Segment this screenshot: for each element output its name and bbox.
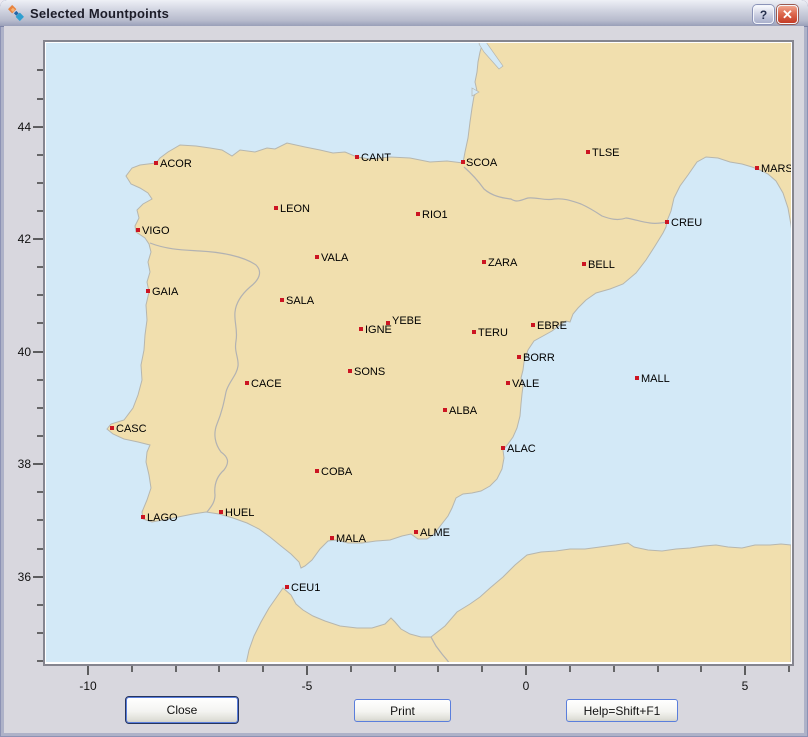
station-label-mall: MALL [641, 373, 670, 385]
station-marker-ceu1 [285, 585, 289, 589]
station-marker-lago [141, 515, 145, 519]
station-marker-casc [110, 426, 114, 430]
station-label-vigo: VIGO [142, 225, 170, 237]
station-label-igne: IGNE [365, 324, 392, 336]
station-label-huel: HUEL [225, 507, 254, 519]
station-marker-acor [154, 161, 158, 165]
station-marker-huel [219, 510, 223, 514]
station-label-vala: VALA [321, 252, 349, 264]
x-tick-label: -5 [302, 679, 313, 693]
station-marker-cant [355, 155, 359, 159]
station-label-leon: LEON [280, 203, 310, 215]
station-marker-bell [582, 262, 586, 266]
print-button[interactable]: Print [354, 699, 451, 722]
station-label-sons: SONS [354, 366, 385, 378]
station-label-cace: CACE [251, 378, 282, 390]
station-marker-alac [501, 446, 505, 450]
station-label-rio1: RIO1 [422, 209, 448, 221]
station-label-creu: CREU [671, 217, 702, 229]
y-tick-label: 44 [18, 120, 32, 134]
station-label-gaia: GAIA [152, 286, 179, 298]
station-marker-coba [315, 469, 319, 473]
y-tick-label: 38 [18, 457, 32, 471]
close-titlebar-button[interactable]: ✕ [777, 5, 798, 24]
station-marker-vala [315, 255, 319, 259]
station-label-coba: COBA [321, 466, 353, 478]
station-marker-mala [330, 536, 334, 540]
station-marker-igne [359, 327, 363, 331]
mountpoint-map: ACOR CANT SCOA TLSE MARS LEON RIO1 CREU VIGO VALA… [4, 26, 804, 733]
station-label-teru: TERU [478, 327, 508, 339]
station-marker-scoa [461, 160, 465, 164]
station-label-alba: ALBA [449, 405, 478, 417]
station-label-ceu1: CEU1 [291, 582, 320, 594]
station-marker-teru [472, 330, 476, 334]
station-marker-zara [482, 260, 486, 264]
station-marker-cace [245, 381, 249, 385]
station-label-lago: LAGO [147, 512, 178, 524]
station-label-zara: ZARA [488, 257, 518, 269]
station-label-mala: MALA [336, 533, 367, 545]
x-tick-label: -10 [79, 679, 97, 693]
close-button[interactable]: Close [126, 697, 238, 723]
station-label-mars: MARS [761, 163, 793, 175]
station-marker-vigo [136, 228, 140, 232]
station-marker-borr [517, 355, 521, 359]
station-label-alac: ALAC [507, 443, 536, 455]
station-label-tlse: TLSE [592, 147, 620, 159]
station-label-scoa: SCOA [466, 157, 498, 169]
map-layers: ACOR CANT SCOA TLSE MARS LEON RIO1 CREU VIGO VALA… [46, 33, 793, 664]
station-marker-sala [280, 298, 284, 302]
station-label-vale: VALE [512, 378, 539, 390]
station-marker-ebre [531, 323, 535, 327]
station-marker-mars [755, 166, 759, 170]
window-title: Selected Mountpoints [30, 6, 169, 21]
station-marker-gaia [146, 289, 150, 293]
station-label-borr: BORR [523, 352, 555, 364]
station-marker-vale [506, 381, 510, 385]
help-titlebar-button[interactable]: ? [753, 5, 774, 24]
station-marker-leon [274, 206, 278, 210]
station-marker-tlse [586, 150, 590, 154]
dialog-window: Selected Mountpoints ? ✕ ACOR CANT SCOA TLS… [0, 0, 808, 737]
station-marker-sons [348, 369, 352, 373]
station-marker-mall [635, 376, 639, 380]
station-marker-alba [443, 408, 447, 412]
x-tick-label: 5 [742, 679, 749, 693]
y-tick-label: 36 [18, 570, 32, 584]
station-label-ebre: EBRE [537, 320, 567, 332]
help-button[interactable]: Help=Shift+F1 [566, 699, 678, 722]
x-tick-label: 0 [523, 679, 530, 693]
station-label-cant: CANT [361, 152, 391, 164]
station-label-bell: BELL [588, 259, 615, 271]
title-bar[interactable]: Selected Mountpoints ? ✕ [0, 0, 808, 27]
y-tick-label: 42 [18, 232, 32, 246]
app-icon [8, 5, 24, 21]
station-label-acor: ACOR [160, 158, 192, 170]
station-label-alme: ALME [420, 527, 450, 539]
station-marker-creu [665, 220, 669, 224]
station-marker-alme [414, 530, 418, 534]
station-label-casc: CASC [116, 423, 147, 435]
station-marker-rio1 [416, 212, 420, 216]
y-tick-label: 40 [18, 345, 32, 359]
station-label-sala: SALA [286, 295, 315, 307]
station-label-yebe: YEBE [392, 315, 421, 327]
dialog-content: ACOR CANT SCOA TLSE MARS LEON RIO1 CREU VIGO VALA… [4, 26, 804, 733]
